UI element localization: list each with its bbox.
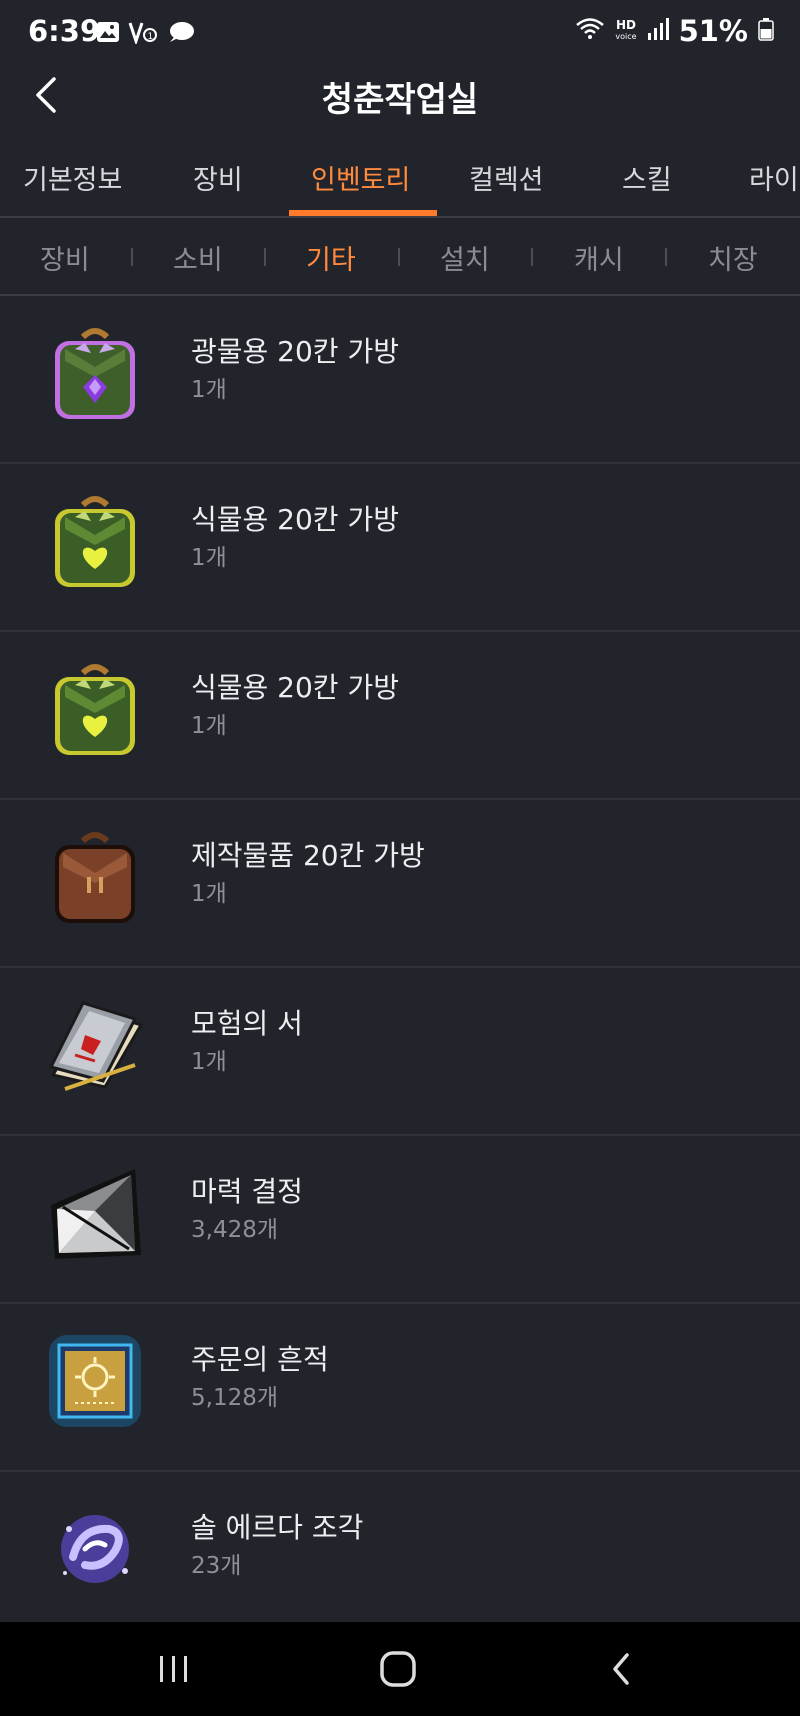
- home-icon: [380, 1651, 416, 1687]
- item-name: 광물용 20칸 가방: [191, 335, 399, 368]
- status-time: 6:39: [28, 14, 101, 48]
- notification-icons: 1: [96, 20, 196, 48]
- item-quantity: 1개: [191, 377, 227, 403]
- item-quantity: 1개: [191, 1049, 227, 1075]
- app-header: 청춘작업실: [0, 70, 800, 120]
- subtab-divider: [665, 248, 667, 266]
- battery-percent: 51%: [678, 14, 748, 48]
- list-item[interactable]: 제작물품 20칸 가방 1개: [0, 800, 800, 968]
- recent-apps-button[interactable]: [144, 1644, 204, 1694]
- herb-bag-icon: [40, 486, 150, 596]
- home-button[interactable]: [368, 1644, 428, 1694]
- magic-crystal-icon: [40, 1158, 150, 1268]
- signal-icon: [647, 17, 669, 45]
- main-tabs: 기본정보 장비 인벤토리 컬렉션 스킬 라이: [0, 150, 800, 218]
- list-item[interactable]: 모험의 서 1개: [0, 968, 800, 1136]
- item-quantity: 1개: [191, 545, 227, 571]
- tab-basic-info[interactable]: 기본정보: [23, 158, 122, 197]
- item-name: 식물용 20칸 가방: [191, 503, 399, 536]
- subtab-install[interactable]: 설치: [440, 238, 490, 277]
- herb-bag-icon: [40, 654, 150, 764]
- system-navigation-bar: [0, 1622, 800, 1716]
- back-nav-button[interactable]: [592, 1644, 652, 1694]
- hd-label: HD: [615, 18, 636, 32]
- item-name: 제작물품 20칸 가방: [191, 839, 425, 872]
- item-quantity: 5,128개: [191, 1385, 279, 1411]
- list-item[interactable]: 마력 결정 3,428개: [0, 1136, 800, 1304]
- spell-trace-icon: [40, 1326, 150, 1436]
- list-item[interactable]: 솔 에르다 조각 23개: [0, 1472, 800, 1640]
- page-title: 청춘작업실: [321, 80, 479, 120]
- item-quantity: 3,428개: [191, 1217, 279, 1243]
- back-arrow-icon: [613, 1653, 629, 1685]
- subtab-divider: [398, 248, 400, 266]
- gallery-icon: [96, 20, 120, 48]
- adventure-book-icon: [40, 990, 150, 1100]
- subtab-divider: [131, 248, 133, 266]
- inventory-subtabs: 장비 소비 기타 설치 캐시 치장: [0, 218, 800, 296]
- voice-label: voice: [615, 32, 637, 41]
- list-item[interactable]: 주문의 흔적 5,128개: [0, 1304, 800, 1472]
- list-item[interactable]: 식물용 20칸 가방 1개: [0, 632, 800, 800]
- list-item[interactable]: 광물용 20칸 가방 1개: [0, 296, 800, 464]
- subtab-cash[interactable]: 캐시: [574, 238, 624, 277]
- item-name: 솔 에르다 조각: [191, 1511, 364, 1544]
- tab-more[interactable]: 라이: [749, 158, 799, 197]
- voicemail-icon: 1: [128, 20, 158, 48]
- wifi-icon: [575, 16, 605, 46]
- item-quantity: 1개: [191, 881, 227, 907]
- status-bar: 6:39 1 HD voice 51%: [0, 0, 800, 70]
- item-quantity: 1개: [191, 713, 227, 739]
- subtab-cosmetic[interactable]: 치장: [708, 238, 758, 277]
- subtab-equipment[interactable]: 장비: [40, 238, 90, 277]
- item-name: 모험의 서: [191, 1007, 303, 1040]
- list-item[interactable]: 식물용 20칸 가방 1개: [0, 464, 800, 632]
- item-name: 주문의 흔적: [191, 1343, 329, 1376]
- item-quantity: 23개: [191, 1553, 242, 1579]
- tab-inventory[interactable]: 인벤토리: [311, 158, 410, 197]
- item-name: 마력 결정: [191, 1175, 303, 1208]
- chat-bubble-icon: [166, 20, 196, 48]
- subtab-divider: [264, 248, 266, 266]
- crafting-bag-icon: [40, 822, 150, 932]
- item-name: 식물용 20칸 가방: [191, 671, 399, 704]
- subtab-consumable[interactable]: 소비: [173, 238, 223, 277]
- system-indicators: HD voice 51%: [575, 14, 774, 48]
- recent-apps-icon: [160, 1656, 187, 1682]
- sol-erda-fragment-icon: [40, 1494, 150, 1604]
- active-tab-indicator: [289, 210, 437, 216]
- svg-text:1: 1: [148, 32, 154, 42]
- hd-voice-icon: HD voice: [615, 18, 637, 42]
- battery-icon: [758, 17, 774, 45]
- tab-equipment[interactable]: 장비: [193, 158, 243, 197]
- subtab-etc[interactable]: 기타: [306, 238, 356, 277]
- inventory-list: 광물용 20칸 가방 1개 식물용 20칸 가방 1개 식물용 20칸 가방 1…: [0, 296, 800, 1640]
- subtab-divider: [531, 248, 533, 266]
- tab-skill[interactable]: 스킬: [622, 158, 672, 197]
- tab-collection[interactable]: 컬렉션: [469, 158, 544, 197]
- mineral-bag-icon: [40, 318, 150, 428]
